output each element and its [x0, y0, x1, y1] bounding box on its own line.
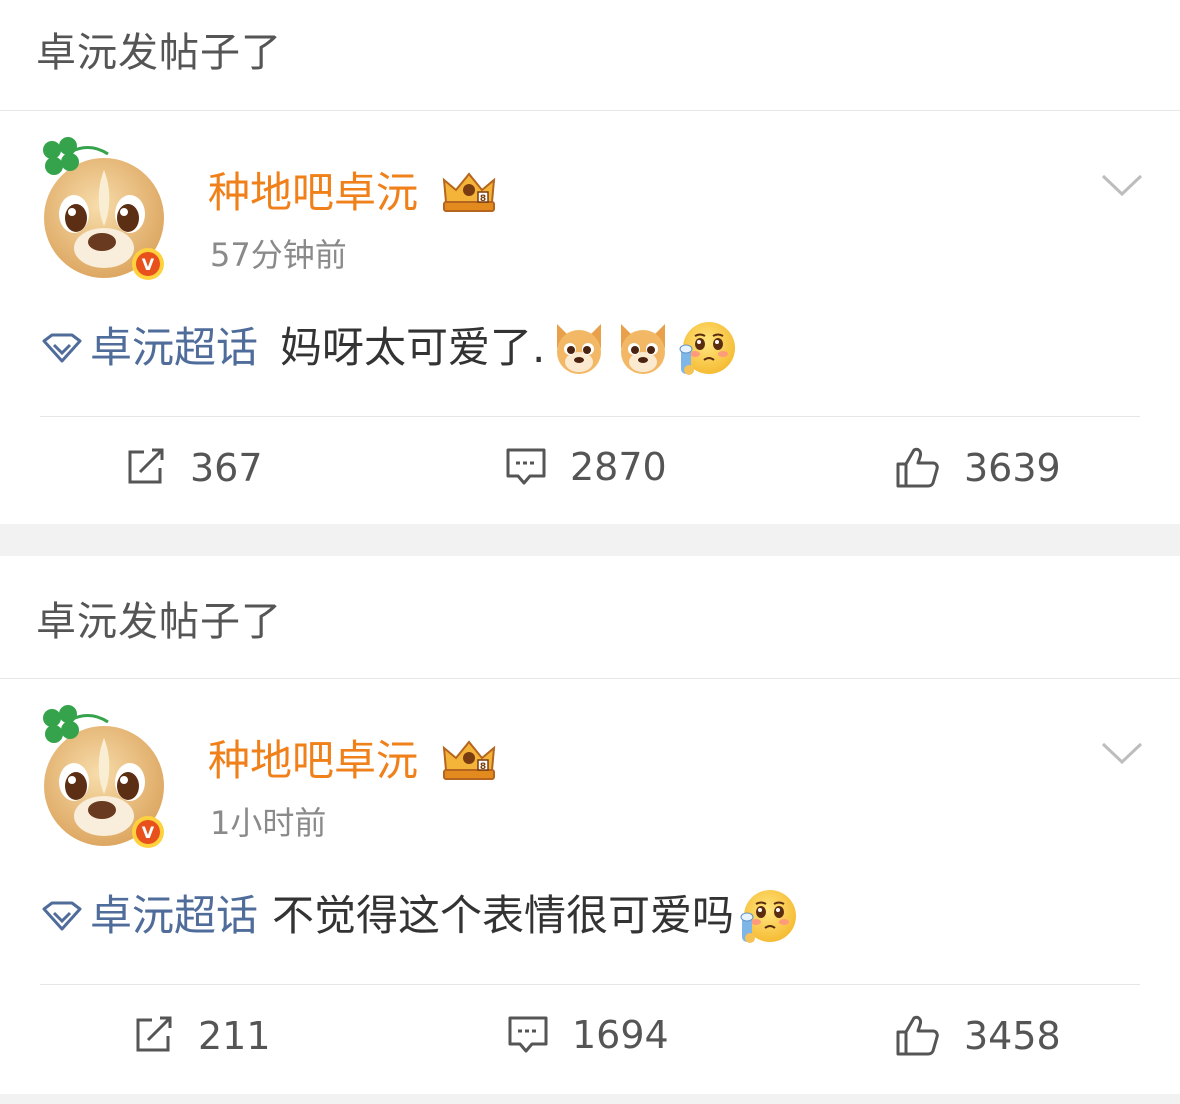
comment-button[interactable]: 1694 [506, 1014, 669, 1056]
super-topic-link[interactable]: 卓沅超话 [90, 895, 258, 937]
post-card[interactable]: 卓沅发帖子了 种地吧卓沅 1小时前 卓沅超话 不觉得这个表情很可爱吗 211 1… [0, 556, 1180, 1094]
vip-crown-icon[interactable] [440, 168, 498, 214]
like-count: 3639 [964, 446, 1061, 490]
divider [40, 416, 1140, 417]
post-text: 妈呀太可爱了. [280, 323, 546, 372]
divider [0, 678, 1180, 679]
card-header: 卓沅发帖子了 [36, 599, 282, 645]
comment-count: 2870 [570, 445, 667, 489]
username[interactable]: 种地吧卓沅 [208, 172, 418, 214]
card-header: 卓沅发帖子了 [36, 30, 282, 76]
comment-count: 1694 [572, 1013, 669, 1057]
post-card[interactable]: 卓沅发帖子了 种地吧卓沅 57分钟前 卓沅超话 妈呀太可爱了. 367 2870… [0, 0, 1180, 524]
thumbs-up-icon [896, 1015, 939, 1056]
vip-crown-icon[interactable] [440, 736, 498, 782]
like-button[interactable]: 3639 [894, 446, 1061, 490]
divider [40, 984, 1140, 985]
crying-emoji-icon [679, 321, 737, 376]
timestamp: 1小时前 [210, 804, 327, 842]
like-button[interactable]: 3458 [894, 1014, 1061, 1058]
post-content: 卓沅超话 妈呀太可爱了. [40, 318, 737, 378]
puppy-avatar-icon[interactable] [38, 698, 170, 848]
repost-icon [128, 448, 164, 484]
repost-button[interactable]: 367 [124, 446, 263, 490]
username[interactable]: 种地吧卓沅 [208, 740, 418, 782]
super-topic-link[interactable]: 卓沅超话 [90, 327, 258, 369]
comment-icon [508, 1016, 548, 1053]
chevron-down-icon[interactable] [1100, 740, 1144, 768]
super-topic-icon[interactable] [40, 901, 84, 931]
repost-count: 211 [198, 1014, 271, 1058]
repost-button[interactable]: 211 [132, 1014, 271, 1058]
post-content: 卓沅超话 不觉得这个表情很可爱吗 [40, 886, 798, 946]
comment-icon [506, 448, 546, 485]
crying-emoji-icon [740, 889, 798, 944]
chevron-down-icon[interactable] [1100, 172, 1144, 200]
comment-button[interactable]: 2870 [504, 446, 667, 488]
like-count: 3458 [964, 1014, 1061, 1058]
super-topic-icon[interactable] [40, 333, 84, 363]
dog-emoji-icon [557, 324, 602, 374]
thumbs-up-icon [896, 447, 939, 488]
repost-icon [136, 1016, 172, 1052]
puppy-avatar-icon[interactable] [38, 130, 170, 280]
timestamp: 57分钟前 [210, 236, 347, 274]
post-text: 不觉得这个表情很可爱吗 [272, 891, 735, 940]
dog-emoji-icon [621, 324, 666, 374]
repost-count: 367 [190, 446, 263, 490]
divider [0, 110, 1180, 111]
